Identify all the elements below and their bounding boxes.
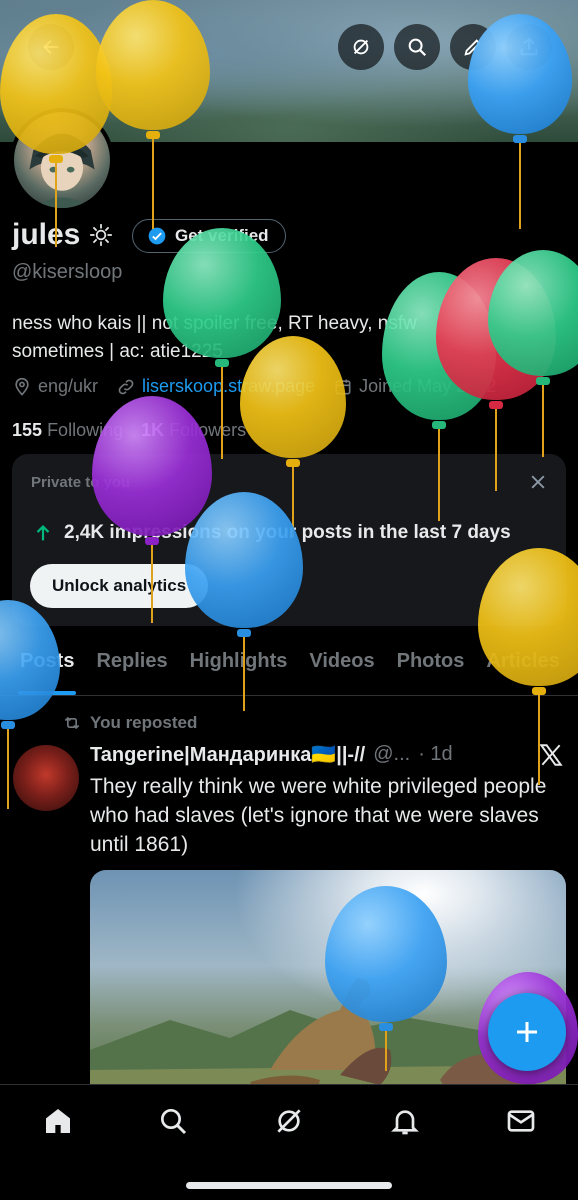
tab-replies[interactable]: Replies	[96, 644, 167, 695]
post-header: Tangerine|Мандаринка🇺🇦||-// @... · 1d	[90, 742, 510, 767]
name-row: jules	[12, 218, 114, 252]
grok-button[interactable]	[338, 24, 384, 70]
close-icon[interactable]	[528, 472, 548, 492]
x-logo-icon	[539, 744, 563, 766]
grok-nav-icon[interactable]	[273, 1105, 305, 1137]
display-name: jules	[12, 218, 81, 251]
post-text: They really think we were white privileg…	[90, 775, 547, 856]
grok-icon	[353, 39, 369, 55]
sun-emoji-icon	[90, 224, 113, 246]
repost-icon	[64, 716, 80, 730]
post-author-handle: @...	[373, 743, 411, 765]
unlock-analytics-button[interactable]: Unlock analytics	[30, 564, 209, 608]
search-icon	[408, 38, 427, 57]
location-item: eng/ukr	[12, 376, 98, 397]
tab-videos[interactable]: Videos	[309, 644, 374, 695]
messages-icon[interactable]	[505, 1105, 537, 1137]
profile-handle: @kisersloop	[12, 261, 123, 283]
post-time: · 1d	[418, 743, 453, 765]
location-icon	[15, 377, 29, 396]
compose-button[interactable]	[488, 993, 566, 1071]
home-indicator	[186, 1182, 392, 1189]
repost-indicator: You reposted	[62, 713, 197, 733]
location-text: eng/ukr	[38, 376, 99, 396]
plus-icon	[517, 1022, 537, 1042]
tab-highlights[interactable]: Highlights	[190, 644, 288, 695]
post-author-avatar[interactable]	[13, 745, 79, 811]
explore-icon[interactable]	[157, 1105, 189, 1137]
search-button[interactable]	[394, 24, 440, 70]
notifications-icon[interactable]	[389, 1105, 421, 1137]
arrow-up-icon	[36, 525, 50, 541]
link-icon	[118, 379, 134, 394]
post-author-name[interactable]: Tangerine|Мандаринка🇺🇦||-//	[90, 742, 365, 767]
verified-badge-icon	[148, 227, 166, 245]
following-count: 155	[12, 420, 43, 440]
home-icon[interactable]	[42, 1105, 74, 1137]
repost-label: You reposted	[90, 713, 198, 732]
tab-photos[interactable]: Photos	[397, 644, 465, 695]
